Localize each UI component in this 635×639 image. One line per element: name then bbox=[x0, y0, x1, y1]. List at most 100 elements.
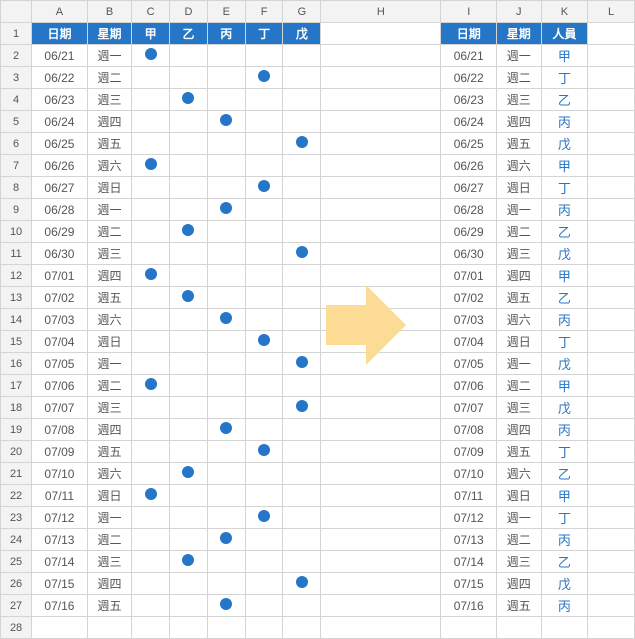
cell[interactable] bbox=[283, 595, 321, 617]
cell[interactable] bbox=[132, 463, 170, 485]
person-cell[interactable]: 戊 bbox=[541, 397, 588, 419]
cell[interactable] bbox=[132, 595, 170, 617]
cell[interactable] bbox=[245, 133, 283, 155]
mark-cell[interactable] bbox=[207, 419, 245, 441]
person-cell[interactable]: 甲 bbox=[541, 265, 588, 287]
date-cell[interactable]: 06/24 bbox=[32, 111, 88, 133]
col-header-J[interactable]: J bbox=[497, 1, 541, 23]
cell[interactable] bbox=[588, 529, 635, 551]
cell[interactable] bbox=[588, 397, 635, 419]
cell[interactable] bbox=[245, 353, 283, 375]
date-cell[interactable]: 07/12 bbox=[32, 507, 88, 529]
cell[interactable] bbox=[170, 419, 208, 441]
weekday-cell-right[interactable]: 週一 bbox=[497, 353, 541, 375]
cell[interactable] bbox=[283, 67, 321, 89]
cell[interactable] bbox=[170, 133, 208, 155]
cell[interactable] bbox=[441, 617, 497, 639]
weekday-cell-right[interactable]: 週一 bbox=[497, 45, 541, 67]
row-header[interactable]: 12 bbox=[1, 265, 32, 287]
weekday-cell-right[interactable]: 週五 bbox=[497, 287, 541, 309]
cell[interactable] bbox=[321, 529, 441, 551]
person-cell[interactable]: 丁 bbox=[541, 177, 588, 199]
weekday-cell-right[interactable]: 週三 bbox=[497, 89, 541, 111]
weekday-cell[interactable]: 週五 bbox=[87, 441, 131, 463]
cell[interactable] bbox=[588, 45, 635, 67]
cell[interactable] bbox=[283, 419, 321, 441]
col-header-G[interactable]: G bbox=[283, 1, 321, 23]
cell[interactable] bbox=[170, 375, 208, 397]
cell[interactable] bbox=[283, 463, 321, 485]
cell[interactable] bbox=[283, 287, 321, 309]
cell[interactable] bbox=[132, 507, 170, 529]
weekday-cell-right[interactable]: 週四 bbox=[497, 573, 541, 595]
row-header[interactable]: 16 bbox=[1, 353, 32, 375]
date-cell[interactable]: 07/02 bbox=[32, 287, 88, 309]
cell[interactable] bbox=[321, 67, 441, 89]
weekday-cell-right[interactable]: 週三 bbox=[497, 243, 541, 265]
mark-cell[interactable] bbox=[207, 309, 245, 331]
date-cell[interactable]: 07/16 bbox=[32, 595, 88, 617]
cell[interactable] bbox=[283, 89, 321, 111]
weekday-cell-right[interactable]: 週二 bbox=[497, 67, 541, 89]
mark-cell[interactable] bbox=[245, 177, 283, 199]
date-cell[interactable]: 07/05 bbox=[32, 353, 88, 375]
cell[interactable] bbox=[245, 221, 283, 243]
mark-cell[interactable] bbox=[283, 353, 321, 375]
mark-cell[interactable] bbox=[170, 463, 208, 485]
cell[interactable] bbox=[283, 265, 321, 287]
person-cell[interactable]: 丙 bbox=[541, 309, 588, 331]
cell[interactable] bbox=[321, 243, 441, 265]
date-cell[interactable]: 06/27 bbox=[32, 177, 88, 199]
weekday-cell-right[interactable]: 週六 bbox=[497, 309, 541, 331]
cell[interactable] bbox=[588, 485, 635, 507]
row-header[interactable]: 11 bbox=[1, 243, 32, 265]
date-cell-right[interactable]: 07/03 bbox=[441, 309, 497, 331]
col-header-B[interactable]: B bbox=[87, 1, 131, 23]
cell[interactable] bbox=[207, 397, 245, 419]
cell[interactable] bbox=[207, 617, 245, 639]
row-header[interactable]: 9 bbox=[1, 199, 32, 221]
row-header[interactable]: 3 bbox=[1, 67, 32, 89]
person-cell[interactable]: 丁 bbox=[541, 441, 588, 463]
person-cell[interactable]: 甲 bbox=[541, 485, 588, 507]
date-cell[interactable]: 06/26 bbox=[32, 155, 88, 177]
cell[interactable] bbox=[321, 309, 441, 331]
cell[interactable] bbox=[245, 199, 283, 221]
date-cell[interactable]: 07/03 bbox=[32, 309, 88, 331]
cell[interactable] bbox=[207, 507, 245, 529]
weekday-cell-right[interactable]: 週一 bbox=[497, 199, 541, 221]
cell[interactable] bbox=[588, 23, 635, 45]
cell[interactable] bbox=[321, 133, 441, 155]
row-header[interactable]: 21 bbox=[1, 463, 32, 485]
mark-cell[interactable] bbox=[283, 397, 321, 419]
cell[interactable] bbox=[207, 551, 245, 573]
cell[interactable] bbox=[283, 551, 321, 573]
cell[interactable] bbox=[207, 265, 245, 287]
date-cell[interactable]: 07/01 bbox=[32, 265, 88, 287]
cell[interactable] bbox=[588, 573, 635, 595]
date-cell-right[interactable]: 06/22 bbox=[441, 67, 497, 89]
cell[interactable] bbox=[170, 507, 208, 529]
weekday-cell[interactable]: 週四 bbox=[87, 419, 131, 441]
person-cell[interactable]: 乙 bbox=[541, 287, 588, 309]
weekday-cell[interactable]: 週六 bbox=[87, 463, 131, 485]
cell[interactable] bbox=[321, 397, 441, 419]
cell[interactable] bbox=[207, 375, 245, 397]
date-cell-right[interactable]: 07/06 bbox=[441, 375, 497, 397]
cell[interactable] bbox=[283, 221, 321, 243]
date-cell-right[interactable]: 07/14 bbox=[441, 551, 497, 573]
mark-cell[interactable] bbox=[283, 133, 321, 155]
date-cell[interactable]: 07/04 bbox=[32, 331, 88, 353]
cell[interactable] bbox=[283, 507, 321, 529]
cell[interactable] bbox=[245, 419, 283, 441]
cell[interactable] bbox=[588, 111, 635, 133]
cell[interactable] bbox=[132, 397, 170, 419]
cell[interactable] bbox=[588, 67, 635, 89]
header-person-1[interactable]: 乙 bbox=[170, 23, 208, 45]
row-header[interactable]: 8 bbox=[1, 177, 32, 199]
cell[interactable] bbox=[283, 529, 321, 551]
cell[interactable] bbox=[321, 573, 441, 595]
header-person-3[interactable]: 丁 bbox=[245, 23, 283, 45]
person-cell[interactable]: 戊 bbox=[541, 353, 588, 375]
cell[interactable] bbox=[207, 331, 245, 353]
